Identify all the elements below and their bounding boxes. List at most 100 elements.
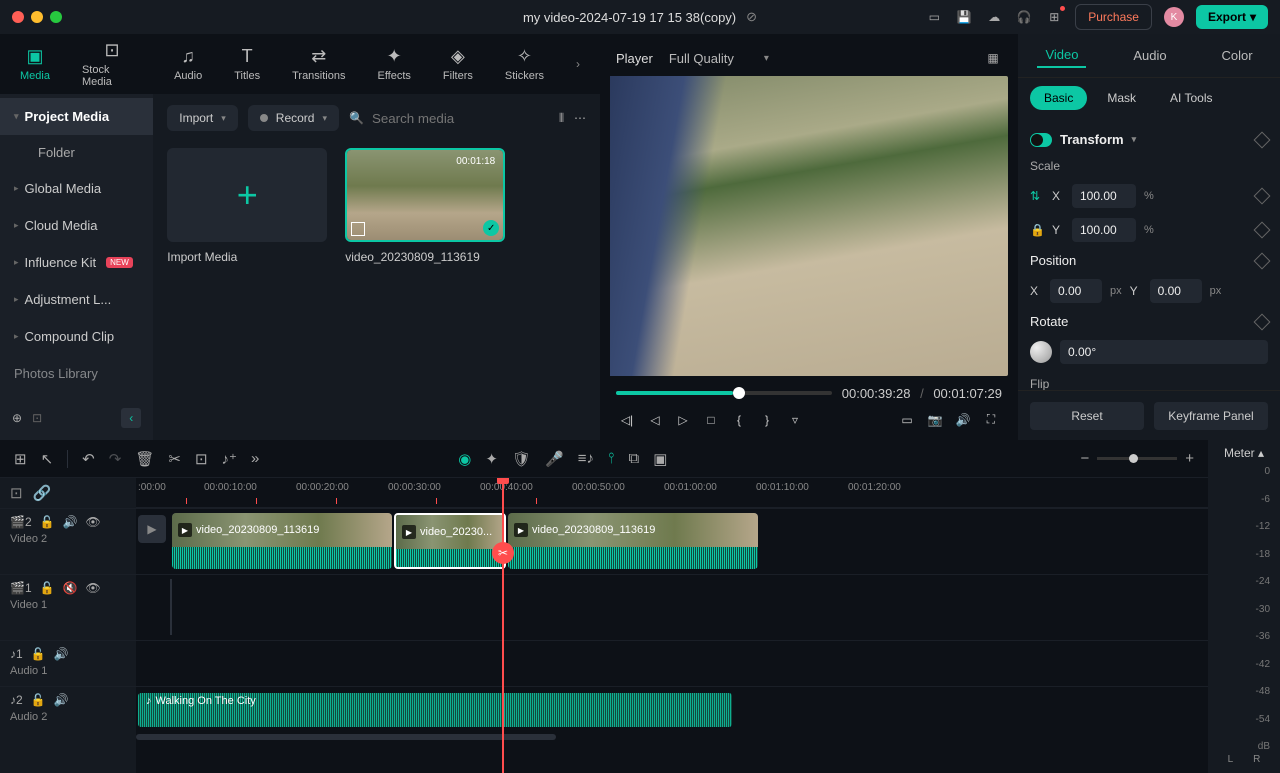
play-button[interactable]: ▷ bbox=[672, 409, 694, 431]
stop-button[interactable]: □ bbox=[700, 409, 722, 431]
inspector-tab-audio[interactable]: Audio bbox=[1125, 44, 1174, 67]
mute-icon[interactable]: 🔊 bbox=[54, 693, 69, 707]
minimize-window[interactable] bbox=[31, 11, 43, 23]
eye-icon[interactable]: 👁 bbox=[86, 581, 101, 595]
keyframe-diamond[interactable] bbox=[1254, 222, 1271, 239]
keyframe-panel-button[interactable]: Keyframe Panel bbox=[1154, 402, 1268, 430]
scale-y-input[interactable] bbox=[1072, 218, 1136, 242]
lock-icon[interactable]: 🔓 bbox=[40, 515, 55, 529]
keyframe-diamond[interactable] bbox=[1254, 252, 1271, 269]
track-video2[interactable]: ▶ ▶video_20230809_113619 ▶video_20230...… bbox=[136, 508, 1208, 574]
zoom-in-icon[interactable]: + bbox=[1185, 450, 1194, 467]
chevron-down-icon[interactable]: ▾ bbox=[1132, 134, 1137, 145]
playhead-cut-icon[interactable]: ✂ bbox=[492, 542, 514, 564]
maximize-window[interactable] bbox=[50, 11, 62, 23]
export-button[interactable]: Export ▾ bbox=[1196, 5, 1268, 29]
media-clip[interactable]: 00:01:18 ✓ video_20230809_113619 bbox=[345, 148, 505, 434]
track-head-audio2[interactable]: ♪2🔓🔊 Audio 2 bbox=[0, 686, 136, 732]
quality-dropdown[interactable]: Full Quality▾ bbox=[669, 51, 769, 66]
seek-bar[interactable] bbox=[616, 391, 832, 395]
waveform-icon[interactable]: ≡♪ bbox=[578, 450, 594, 467]
snapshot-button[interactable]: 📷 bbox=[924, 409, 946, 431]
undo-icon[interactable]: ↶ bbox=[82, 450, 95, 468]
play-backward-button[interactable]: ◁ bbox=[644, 409, 666, 431]
eye-icon[interactable]: 👁 bbox=[86, 515, 101, 529]
voice-icon[interactable]: 🎤 bbox=[545, 450, 564, 468]
mute-icon[interactable]: 🔇 bbox=[63, 581, 78, 595]
select-tool-icon[interactable]: ↖ bbox=[41, 450, 54, 468]
link-tracks-icon[interactable]: 🔗 bbox=[33, 484, 52, 502]
grid-icon[interactable]: ⊞ bbox=[14, 450, 27, 468]
split-icon[interactable]: ✂ bbox=[168, 450, 181, 468]
enhance-icon[interactable]: ✦ bbox=[485, 450, 498, 468]
inspector-tab-video[interactable]: Video bbox=[1037, 43, 1086, 68]
lock-icon[interactable]: 🔓 bbox=[31, 647, 46, 661]
collapse-sidebar-icon[interactable]: ‹ bbox=[121, 408, 141, 428]
sidebar-project-media[interactable]: ▾Project Media bbox=[0, 98, 153, 135]
zoom-knob[interactable] bbox=[1129, 454, 1138, 463]
sidebar-photos-library[interactable]: Photos Library bbox=[0, 355, 153, 392]
track-head-video1[interactable]: 🎬1🔓🔇👁 Video 1 bbox=[0, 574, 136, 640]
record-dropdown[interactable]: Record▾ bbox=[248, 105, 339, 131]
sidebar-global-media[interactable]: ▸Global Media bbox=[0, 170, 153, 207]
subtab-ai-tools[interactable]: AI Tools bbox=[1156, 86, 1226, 110]
lock-icon[interactable]: 🔒 bbox=[1030, 223, 1044, 237]
tabs-next-icon[interactable]: › bbox=[576, 57, 580, 71]
new-folder-icon[interactable]: ⊕ bbox=[12, 411, 22, 425]
display-icon[interactable]: ▭ bbox=[896, 409, 918, 431]
cloud-icon[interactable]: ☁ bbox=[985, 8, 1003, 26]
search-input[interactable] bbox=[372, 111, 549, 126]
purchase-button[interactable]: Purchase bbox=[1075, 4, 1152, 30]
fullscreen-icon[interactable]: ⛶ bbox=[980, 409, 1002, 431]
sidebar-influence-kit[interactable]: ▸Influence KitNEW bbox=[0, 244, 153, 281]
link-icon[interactable]: ⇅ bbox=[1030, 189, 1044, 203]
keyframe-diamond[interactable] bbox=[1254, 131, 1271, 148]
track-audio2[interactable]: ♪Walking On The City bbox=[136, 686, 1208, 732]
more-icon[interactable]: ⋯ bbox=[574, 111, 586, 125]
track-add-icon[interactable]: ⊡ bbox=[10, 484, 23, 502]
player-viewport[interactable] bbox=[610, 76, 1008, 376]
timeline-clip[interactable]: ▶video_20230809_113619 bbox=[508, 513, 758, 569]
ai-icon[interactable]: ◉ bbox=[458, 450, 471, 468]
subtab-basic[interactable]: Basic bbox=[1030, 86, 1087, 110]
timeline-scrollbar[interactable] bbox=[136, 732, 1208, 742]
audio-clip[interactable]: ♪Walking On The City bbox=[138, 693, 732, 727]
keyframe-diamond[interactable] bbox=[1254, 313, 1271, 330]
title-edit-icon[interactable]: ⊘ bbox=[746, 9, 757, 25]
keyframe-diamond[interactable] bbox=[1254, 188, 1271, 205]
layout-icon[interactable]: ▭ bbox=[925, 8, 943, 26]
inspector-tab-color[interactable]: Color bbox=[1213, 44, 1260, 67]
playhead[interactable]: ✂ bbox=[502, 478, 504, 773]
close-window[interactable] bbox=[12, 11, 24, 23]
timeline-ruler[interactable]: :00:00 00:00:10:00 00:00:20:00 00:00:30:… bbox=[136, 478, 1208, 508]
sidebar-cloud-media[interactable]: ▸Cloud Media bbox=[0, 207, 153, 244]
import-dropdown[interactable]: Import▾ bbox=[167, 105, 238, 131]
more-tools-icon[interactable]: » bbox=[251, 450, 259, 467]
shield-icon[interactable]: 🛡 bbox=[512, 450, 531, 468]
prev-frame-button[interactable]: ◁| bbox=[616, 409, 638, 431]
track-video1[interactable] bbox=[136, 574, 1208, 640]
reset-button[interactable]: Reset bbox=[1030, 402, 1144, 430]
tab-media[interactable]: ▣Media bbox=[20, 46, 50, 82]
speed-icon[interactable]: ♪⁺ bbox=[222, 450, 237, 468]
new-bin-icon[interactable]: ⊡ bbox=[32, 411, 42, 425]
tab-stock-media[interactable]: ⊡Stock Media bbox=[82, 40, 142, 88]
track-audio1[interactable] bbox=[136, 640, 1208, 686]
tab-filters[interactable]: ◈Filters bbox=[443, 46, 473, 82]
delete-icon[interactable]: 🗑 bbox=[135, 450, 154, 468]
rotate-input[interactable] bbox=[1060, 340, 1268, 364]
import-media-card[interactable]: + Import Media bbox=[167, 148, 327, 434]
mute-icon[interactable]: 🔊 bbox=[54, 647, 69, 661]
avatar[interactable]: K bbox=[1164, 7, 1184, 27]
group-icon[interactable]: ⧉ bbox=[629, 450, 640, 467]
pos-x-input[interactable] bbox=[1050, 279, 1102, 303]
scrollbar-thumb[interactable] bbox=[136, 734, 556, 740]
render-icon[interactable]: ▣ bbox=[653, 450, 667, 468]
zoom-out-icon[interactable]: − bbox=[1080, 450, 1089, 467]
transform-toggle[interactable] bbox=[1030, 133, 1052, 147]
scale-x-input[interactable] bbox=[1072, 184, 1136, 208]
zoom-slider[interactable] bbox=[1097, 457, 1177, 460]
track-head-audio1[interactable]: ♪1🔓🔊 Audio 1 bbox=[0, 640, 136, 686]
tab-effects[interactable]: ✦Effects bbox=[377, 46, 410, 82]
snap-icon[interactable]: ⫯ bbox=[608, 450, 615, 467]
